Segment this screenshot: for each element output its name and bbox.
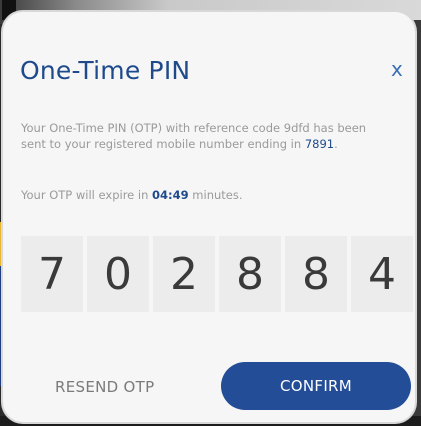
- close-icon[interactable]: x: [391, 59, 403, 79]
- otp-digit-row: 7 0 2 8 8 4: [21, 236, 413, 312]
- otp-expiry-prefix: Your OTP will expire in: [21, 188, 153, 202]
- otp-digit-3[interactable]: 2: [153, 236, 215, 312]
- otp-timer: 04:49: [152, 188, 189, 202]
- otp-digit-1[interactable]: 7: [21, 236, 83, 312]
- confirm-button[interactable]: CONFIRM: [221, 362, 411, 410]
- otp-digit-6[interactable]: 4: [351, 236, 413, 312]
- otp-digit-4[interactable]: 8: [219, 236, 281, 312]
- modal-title: One-Time PIN: [20, 56, 191, 85]
- resend-otp-button[interactable]: RESEND OTP: [55, 378, 154, 396]
- otp-description-end: .: [334, 137, 338, 151]
- otp-expiry: Your OTP will expire in 04:49 minutes.: [21, 188, 243, 202]
- otp-digit-2[interactable]: 0: [87, 236, 149, 312]
- otp-digit-5[interactable]: 8: [285, 236, 347, 312]
- mobile-last-digits: 7891: [304, 137, 335, 151]
- otp-description: Your One-Time PIN (OTP) with reference c…: [21, 120, 381, 152]
- otp-modal: One-Time PIN x Your One-Time PIN (OTP) w…: [3, 12, 415, 422]
- otp-expiry-suffix: minutes.: [188, 188, 243, 202]
